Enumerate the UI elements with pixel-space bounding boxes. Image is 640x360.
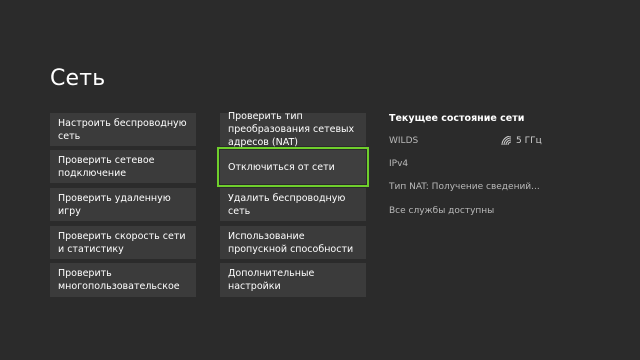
advanced-settings-button[interactable]: Дополнительные настройки — [220, 263, 366, 297]
page-title: Сеть — [50, 66, 106, 91]
network-status-panel: Текущее состояние сети WILDS 5 ГГц IPv4 … — [389, 112, 599, 228]
band-info: 5 ГГц — [501, 135, 542, 147]
tile-label: Проверить скорость сети и статистику — [58, 230, 186, 255]
network-name: WILDS — [389, 136, 419, 146]
test-network-speed-button[interactable]: Проверить скорость сети и статистику — [50, 226, 196, 259]
test-network-connection-button[interactable]: Проверить сетевое подключение — [50, 150, 196, 183]
disconnect-network-button[interactable]: Отключиться от сети — [217, 147, 369, 187]
test-multiplayer-button[interactable]: Проверить многопользовательское — [50, 263, 196, 297]
ip-version-row: IPv4 — [389, 158, 599, 170]
services-row: Все службы доступны — [389, 205, 599, 217]
tile-label: Проверить многопользовательское — [58, 268, 180, 292]
tile-label: Отключиться от сети — [228, 161, 335, 173]
tile-label: Проверить тип преобразования сетевых адр… — [228, 111, 355, 148]
tile-label: Проверить сетевое подключение — [58, 154, 155, 179]
test-nat-type-button[interactable]: Проверить тип преобразования сетевых адр… — [220, 111, 366, 148]
forget-wireless-network-button[interactable]: Удалить беспроводную сеть — [220, 188, 366, 221]
services-status: Все службы доступны — [389, 206, 495, 216]
tile-label: Удалить беспроводную сеть — [228, 192, 346, 217]
test-remote-play-button[interactable]: Проверить удаленную игру — [50, 188, 196, 221]
bandwidth-usage-button[interactable]: Использование пропускной способности — [220, 226, 366, 259]
tile-label: Дополнительные настройки — [228, 268, 315, 292]
nat-type-row: Тип NAT: Получение сведений... — [389, 181, 599, 193]
wifi-signal-icon — [501, 136, 512, 146]
status-title: Текущее состояние сети — [389, 113, 525, 124]
band-label: 5 ГГц — [516, 136, 542, 146]
tile-label: Использование пропускной способности — [228, 230, 354, 255]
tile-label: Проверить удаленную игру — [58, 192, 171, 217]
ip-version: IPv4 — [389, 159, 409, 169]
nat-type: Тип NAT: Получение сведений... — [389, 182, 540, 192]
tile-label: Настроить беспроводную сеть — [58, 117, 187, 142]
network-name-row: WILDS 5 ГГц — [389, 135, 599, 147]
setup-wireless-network-button[interactable]: Настроить беспроводную сеть — [50, 113, 196, 146]
